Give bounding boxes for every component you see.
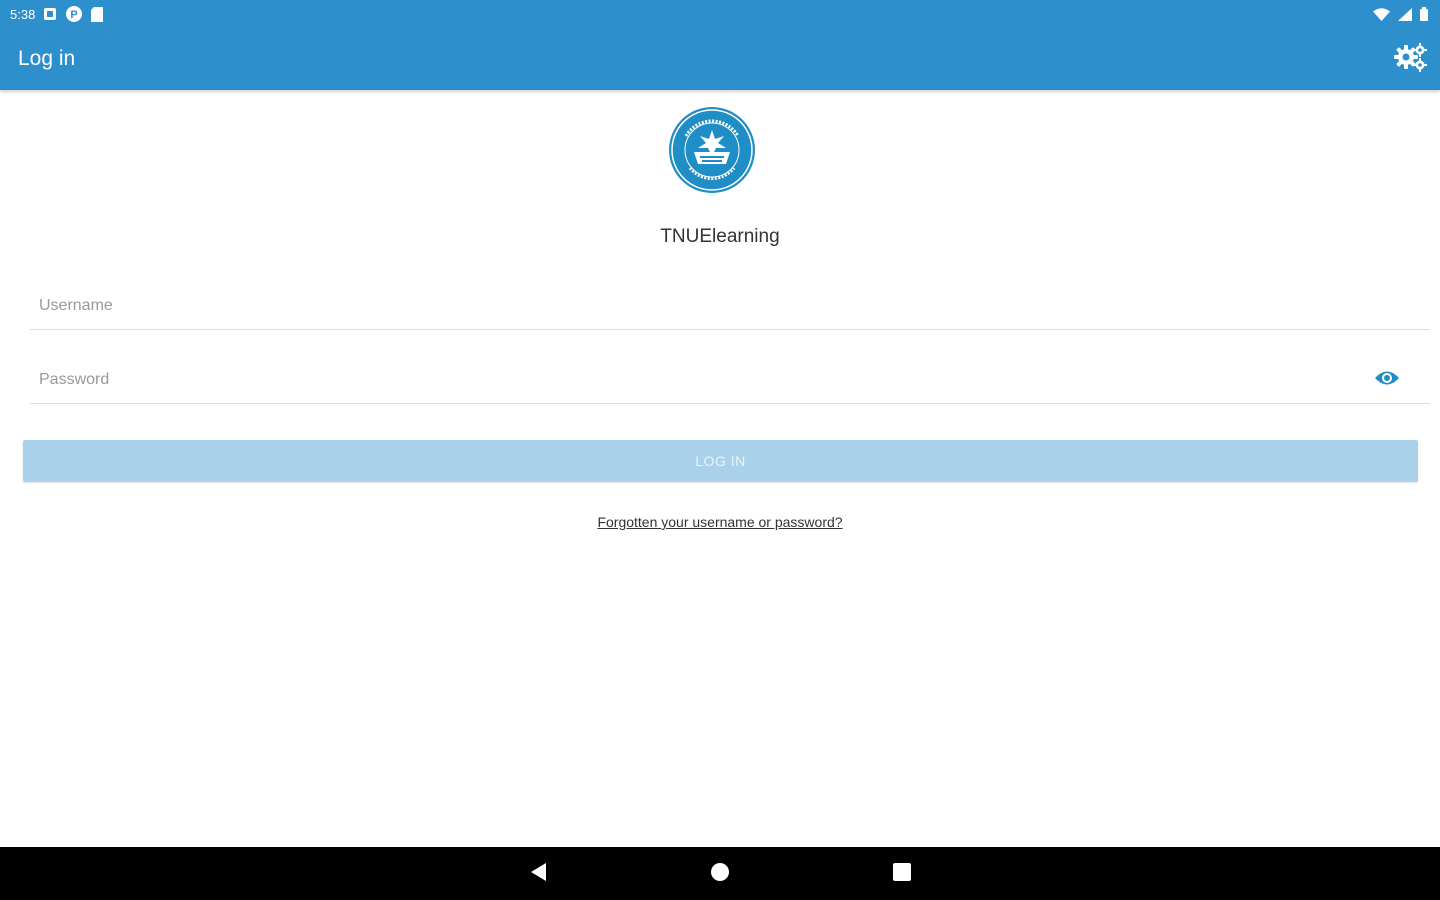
password-input[interactable] [30,356,1430,403]
gears-icon [1393,42,1427,76]
recents-button[interactable] [889,861,915,887]
eye-icon [1374,369,1400,391]
app-bar: Log in [0,28,1440,90]
status-time: 5:38 [10,6,36,22]
settings-button[interactable] [1388,37,1432,81]
status-bar: 5:38 P [0,0,1440,28]
navigation-bar [0,847,1440,900]
login-content: TNUElearning LOG IN Forgotten your usern… [0,90,1440,847]
page-title: Log in [18,47,76,70]
show-password-button[interactable] [1374,368,1400,392]
status-right [1373,7,1428,21]
sd-card-icon [91,6,104,22]
login-button[interactable]: LOG IN [23,440,1418,482]
p-badge-icon: P [65,5,83,23]
site-logo [668,106,756,194]
back-button[interactable] [525,861,551,887]
status-left: 5:38 P [10,5,104,23]
site-name: TNUElearning [660,226,780,247]
home-icon [710,862,730,886]
svg-text:P: P [71,9,78,21]
back-icon [529,862,547,886]
signal-icon [1398,7,1412,21]
password-field [30,356,1430,404]
username-input[interactable] [30,282,1430,329]
battery-icon [1420,7,1428,21]
home-button[interactable] [707,861,733,887]
recents-icon [892,862,912,886]
notification-box-icon [43,7,57,21]
username-field [30,282,1430,330]
forgot-password-link[interactable]: Forgotten your username or password? [0,514,1440,530]
wifi-icon [1373,7,1390,21]
